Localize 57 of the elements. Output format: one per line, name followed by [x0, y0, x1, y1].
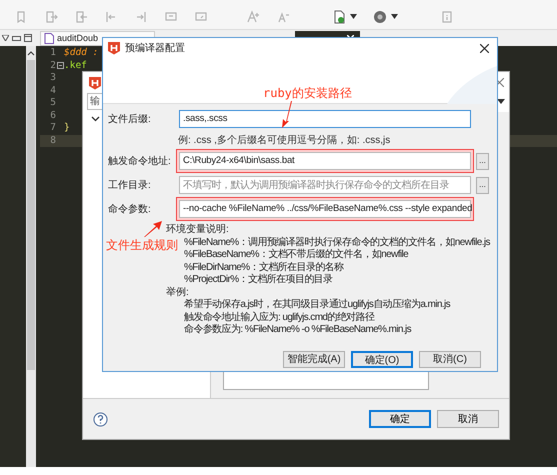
text-field[interactable]: C:\Ruby24-x64\bin\sass.bat [179, 152, 471, 170]
line-number: 3 [49, 71, 56, 86]
app-logo-icon [88, 76, 102, 90]
annotation-text: 文件生成规则 [106, 237, 178, 254]
arrow-drawing [143, 220, 163, 238]
field-label: 触发命令地址: [108, 154, 172, 168]
maximize-icon[interactable] [24, 34, 32, 42]
minimize-icon[interactable] [12, 36, 21, 40]
help-heading: 举例: [166, 286, 189, 298]
line-number: 6 [49, 108, 56, 123]
close-icon[interactable] [480, 44, 489, 52]
field-label: 命令参数: [108, 202, 152, 216]
app-logo-icon [107, 41, 121, 55]
line-number: 1 [49, 46, 56, 60]
browse-button[interactable]: ... [476, 152, 489, 170]
scroll-up-icon[interactable] [27, 50, 35, 56]
browser-icon[interactable] [373, 10, 387, 24]
help-text: 希望手动保存a.js时，在其同级目录通过uglifyjs自动压缩为a.min.js [184, 299, 450, 312]
dialog-button[interactable]: 取消 [437, 410, 499, 428]
help-heading: 环境变量说明: [166, 224, 229, 236]
text-field[interactable]: --no-cache %FileName% ../css/%FileBaseName%.css --style expanded [179, 200, 471, 218]
help-text: %FileDirName%：文档所在目录的名称 [184, 262, 344, 274]
js-file-icon [44, 33, 54, 44]
fold-icon[interactable] [56, 62, 64, 70]
line-number: 4 [49, 84, 56, 98]
line-number: 5 [49, 96, 56, 110]
caret-icon[interactable] [350, 14, 357, 19]
dialog-button[interactable]: 确定(O) [351, 350, 413, 368]
line-number: 2 [49, 58, 56, 73]
field-label: 工作目录: [108, 178, 152, 192]
line-number: 7 [49, 121, 56, 136]
dialog-button[interactable]: 确定 [369, 410, 431, 428]
line-number: 8 [49, 134, 56, 148]
annotation-text: ruby的安装路径 [263, 85, 352, 102]
field-label: 文件后缀: [108, 112, 152, 126]
help-text: %ProjectDir%：文档所在项目的目录 [184, 274, 332, 286]
caret-icon[interactable] [497, 99, 505, 104]
view-menu-icon[interactable] [2, 35, 9, 41]
help-text: 触发命令地址输入应为: uglifyjs.cmd的绝对路径 [184, 312, 374, 324]
scrollbar[interactable] [26, 46, 36, 467]
scroll-thumb[interactable] [27, 60, 35, 370]
chevron-down-icon[interactable] [91, 116, 100, 122]
help-text: 命令参数应为: %FileName% -o %FileBaseName%.min.js [184, 324, 412, 336]
hint-text: 例: .css ,多个后缀名可使用逗号分隔，如: .css,js [178, 134, 390, 148]
code-text: $ddd : [64, 46, 98, 60]
run-file-icon[interactable] [332, 10, 346, 24]
dialog-button[interactable]: 智能完成(A) [283, 350, 345, 368]
code-text: .kef [64, 58, 87, 73]
help-text: %FileName%：调用预编译器时执行保存命令的文档的文件名，如newfile.js [184, 236, 490, 248]
help-icon[interactable] [93, 412, 108, 426]
dialog-button[interactable]: 取消(C) [419, 350, 481, 368]
text-field[interactable]: 不填写时，默认为调用预编译器时执行保存命令的文档所在目录 [179, 176, 471, 194]
code-text: } [64, 121, 70, 136]
text-field[interactable]: .sass,.scss [179, 110, 471, 128]
help-text: %FileBaseName%：文档不带后缀的文件名，如newfile [184, 249, 408, 262]
browse-button[interactable]: ... [476, 176, 489, 194]
caret-icon[interactable] [391, 14, 398, 19]
